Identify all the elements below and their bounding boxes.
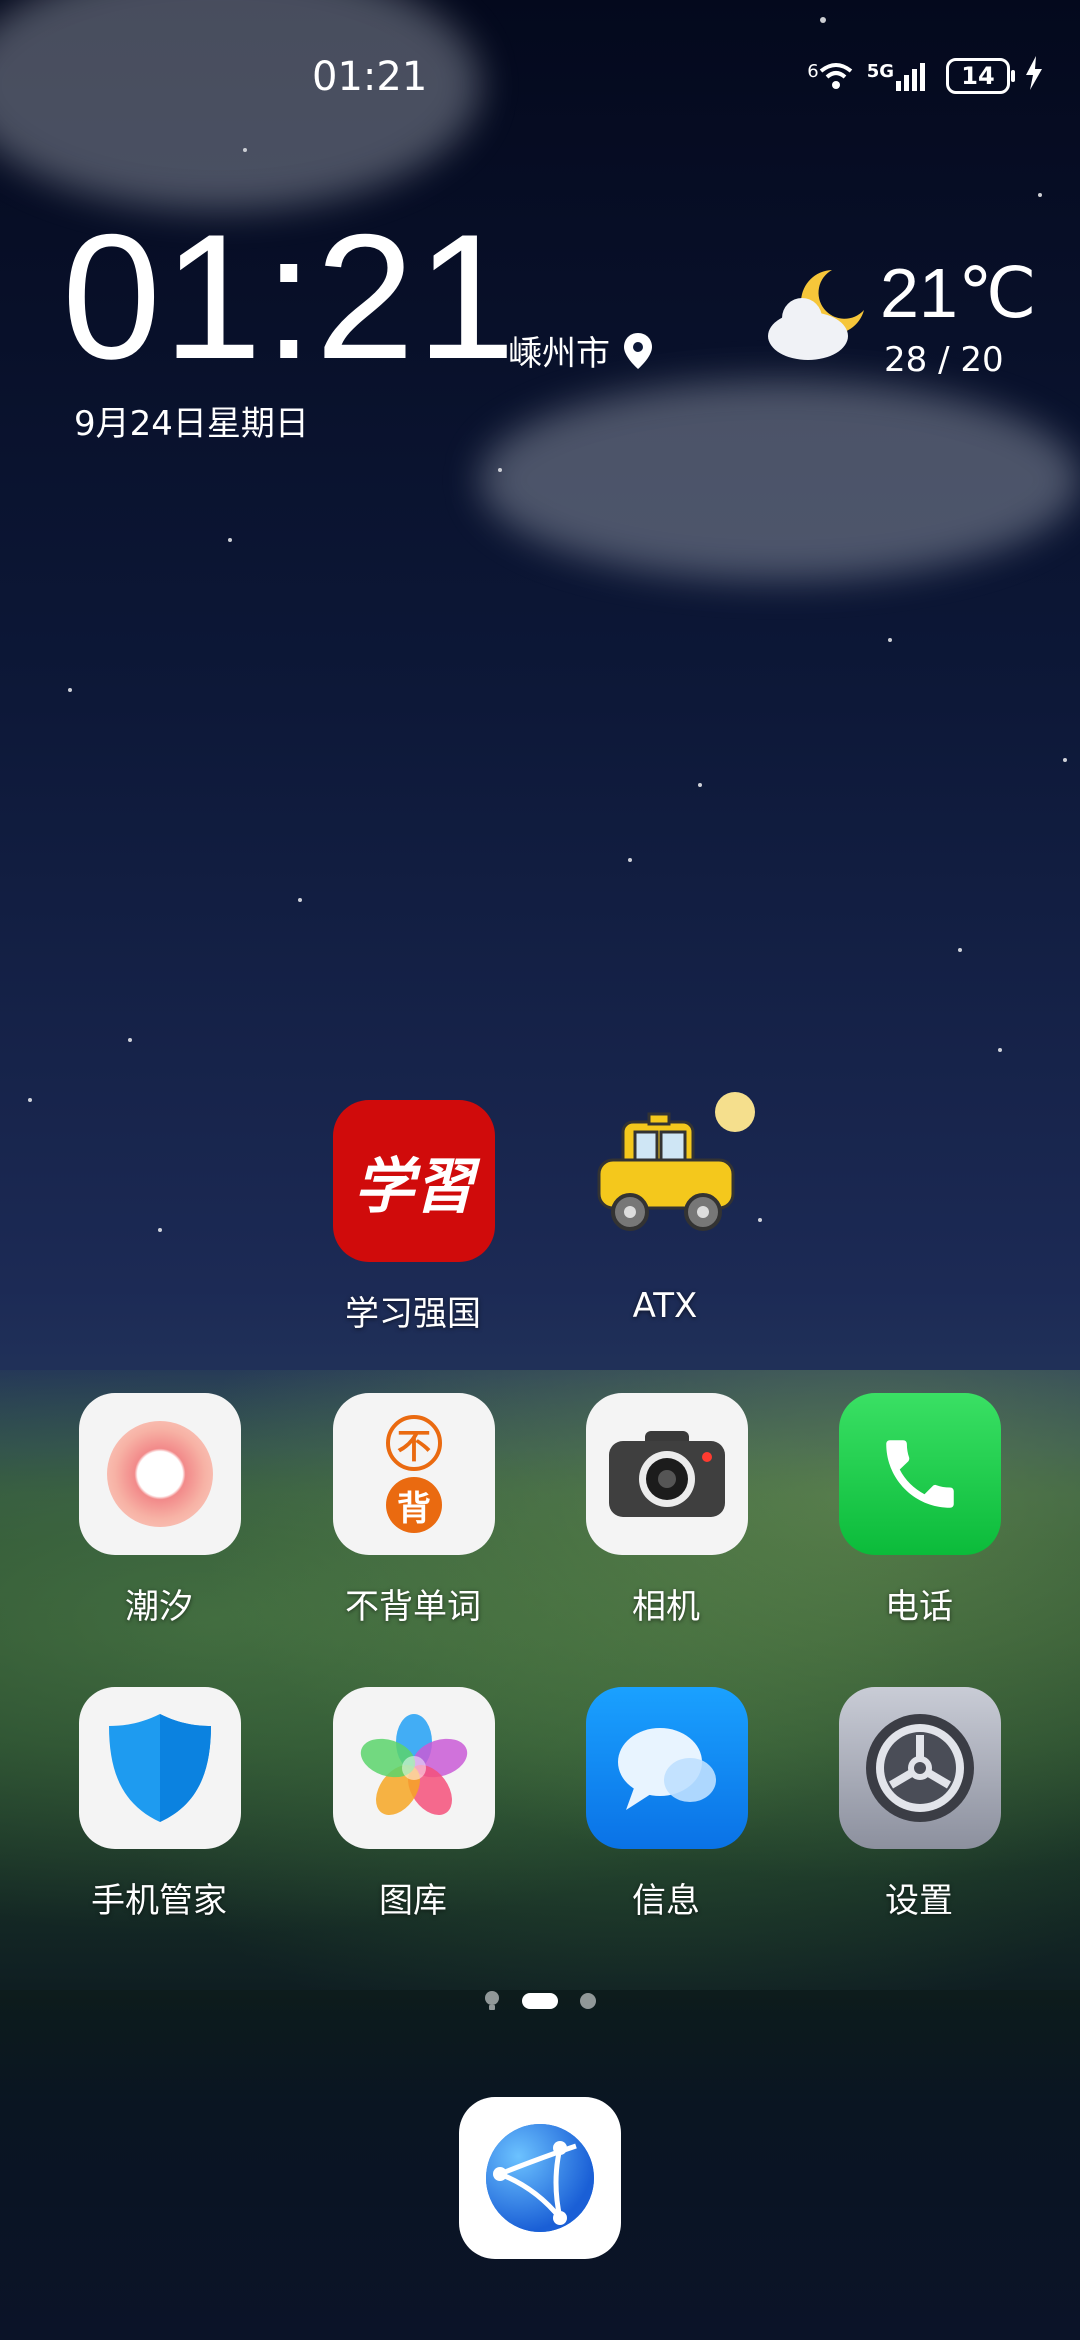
camera-icon bbox=[586, 1393, 748, 1555]
app-label: 不背单词 bbox=[345, 1587, 481, 1627]
notification-dot bbox=[715, 1092, 755, 1132]
app-messages[interactable]: 信息 bbox=[586, 1687, 748, 1922]
charging-icon bbox=[1024, 56, 1044, 96]
app-chaoxi[interactable]: 潮汐 bbox=[79, 1393, 241, 1628]
app-label: 相机 bbox=[632, 1587, 700, 1627]
wifi-label: 6 bbox=[807, 61, 819, 82]
status-bar: 01:21 6 5G 14 bbox=[0, 54, 1080, 104]
page-indicator[interactable] bbox=[0, 1990, 1080, 2012]
status-time: 01:21 bbox=[312, 54, 428, 100]
widget-date: 9月24日星期日 bbox=[74, 404, 309, 444]
status-icons: 6 5G 14 bbox=[807, 56, 1044, 96]
wallpaper-cloud bbox=[480, 380, 1080, 580]
chaoxi-icon bbox=[79, 1393, 241, 1555]
gallery-icon bbox=[333, 1687, 495, 1849]
app-camera[interactable]: 相机 bbox=[586, 1393, 748, 1628]
app-label: 潮汐 bbox=[125, 1587, 193, 1627]
page-dot[interactable] bbox=[580, 1993, 596, 2009]
wallpaper-cloud bbox=[0, 0, 480, 210]
app-label: 图库 bbox=[379, 1881, 447, 1921]
app-gallery[interactable]: 图库 bbox=[333, 1687, 495, 1922]
hint-bulb-icon bbox=[485, 1991, 499, 2010]
app-label: ATX bbox=[632, 1286, 698, 1326]
battery-level: 14 bbox=[961, 62, 995, 90]
app-atx[interactable]: ATX bbox=[585, 1092, 755, 1326]
app-xuexi[interactable]: 学習 学习强国 bbox=[333, 1100, 495, 1335]
phone-icon bbox=[839, 1393, 1001, 1555]
weather-moon-cloud-icon[interactable] bbox=[762, 266, 872, 366]
chaoxi-ring bbox=[107, 1421, 213, 1527]
bubei-top-char: 不 bbox=[397, 1426, 431, 1467]
gear-icon bbox=[839, 1687, 1001, 1849]
app-settings[interactable]: 设置 bbox=[839, 1687, 1001, 1922]
app-label: 手机管家 bbox=[91, 1881, 227, 1921]
message-icon bbox=[586, 1687, 748, 1849]
weather-temp[interactable]: 21℃ bbox=[880, 252, 1036, 334]
xuexi-icon-text: 学習 bbox=[354, 1151, 474, 1222]
bubei-bottom-circle: 背 bbox=[386, 1477, 442, 1533]
wifi-icon: 6 bbox=[807, 61, 852, 91]
xuexi-icon: 学習 bbox=[333, 1100, 495, 1262]
dock-browser[interactable] bbox=[459, 2097, 621, 2259]
app-guanjia[interactable]: 手机管家 bbox=[79, 1687, 241, 1922]
bubei-icon: 不 背 bbox=[333, 1393, 495, 1555]
bubei-bottom-char: 背 bbox=[397, 1488, 431, 1529]
app-label: 电话 bbox=[885, 1587, 953, 1627]
app-label: 信息 bbox=[632, 1881, 700, 1921]
location-pin-icon bbox=[624, 332, 652, 369]
app-phone[interactable]: 电话 bbox=[839, 1393, 1001, 1628]
network-label: 5G bbox=[866, 61, 894, 82]
widget-city[interactable]: 嵊州市 bbox=[508, 326, 652, 375]
app-label: 设置 bbox=[885, 1881, 953, 1921]
signal-icon: 5G bbox=[867, 61, 932, 91]
widget-clock-time[interactable]: 01:21 bbox=[62, 208, 517, 386]
weather-temp-range: 28 / 20 bbox=[884, 340, 1004, 380]
page-dot-active[interactable] bbox=[522, 1993, 558, 2009]
bubei-top-circle: 不 bbox=[386, 1415, 442, 1471]
app-bubei[interactable]: 不 背 不背单词 bbox=[333, 1393, 495, 1628]
city-label: 嵊州市 bbox=[508, 334, 610, 374]
browser-icon bbox=[459, 2097, 621, 2259]
app-label: 学习强国 bbox=[345, 1294, 481, 1334]
shield-icon bbox=[79, 1687, 241, 1849]
battery-icon: 14 bbox=[946, 58, 1015, 94]
